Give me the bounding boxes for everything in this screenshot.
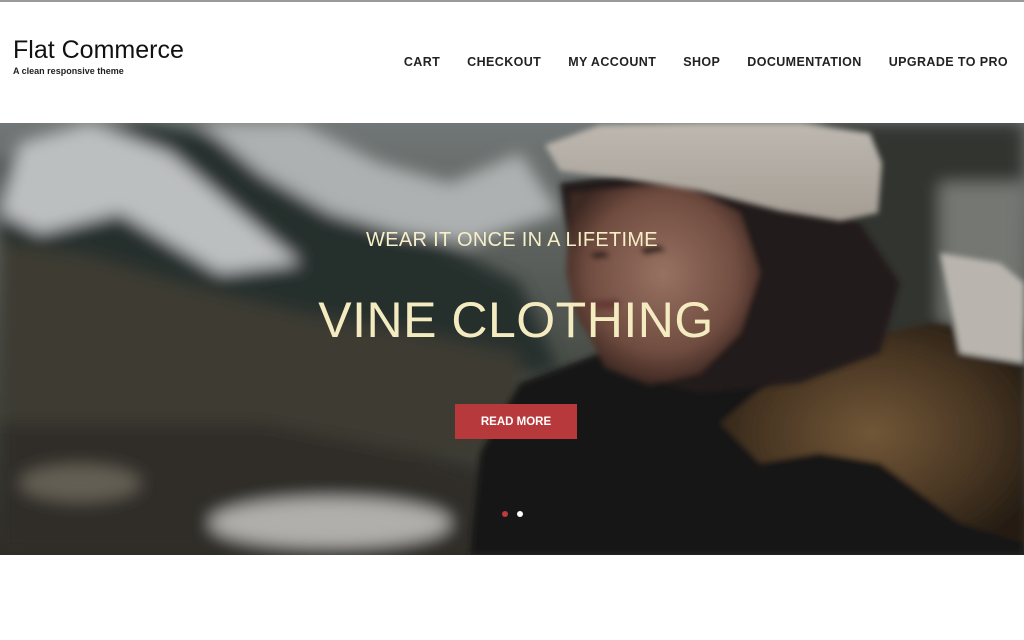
hero-slider: WEAR IT ONCE IN A LIFETIME VINE CLOTHING… bbox=[0, 123, 1024, 555]
slider-dot-2[interactable] bbox=[517, 511, 523, 517]
slider-dot-1[interactable] bbox=[502, 511, 508, 517]
site-title[interactable]: Flat Commerce bbox=[13, 36, 184, 64]
nav-item-documentation[interactable]: DOCUMENTATION bbox=[747, 55, 861, 69]
slider-pagination bbox=[502, 511, 523, 517]
nav-item-upgrade-to-pro[interactable]: UPGRADE TO PRO bbox=[889, 55, 1008, 69]
main-nav: CART CHECKOUT MY ACCOUNT SHOP DOCUMENTAT… bbox=[404, 55, 1008, 69]
nav-item-cart[interactable]: CART bbox=[404, 55, 440, 69]
read-more-button[interactable]: READ MORE bbox=[455, 404, 577, 439]
hero-title: VINE CLOTHING bbox=[318, 292, 714, 348]
site-header: Flat Commerce A clean responsive theme C… bbox=[0, 2, 1024, 123]
site-tagline: A clean responsive theme bbox=[13, 66, 124, 76]
brand[interactable]: Flat Commerce A clean responsive theme bbox=[13, 36, 184, 76]
nav-item-shop[interactable]: SHOP bbox=[683, 55, 720, 69]
nav-item-checkout[interactable]: CHECKOUT bbox=[467, 55, 541, 69]
hero-subtitle: WEAR IT ONCE IN A LIFETIME bbox=[366, 229, 658, 251]
nav-item-my-account[interactable]: MY ACCOUNT bbox=[568, 55, 656, 69]
